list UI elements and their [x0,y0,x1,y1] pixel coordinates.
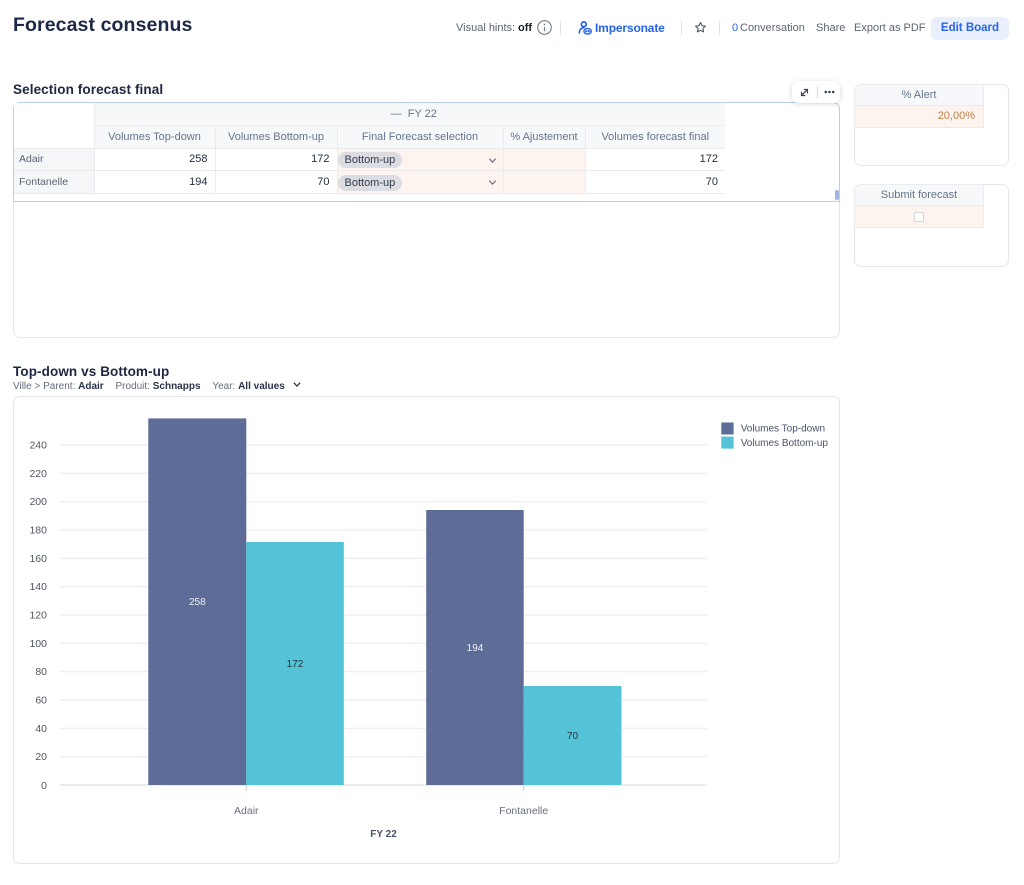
svg-text:Volumes Bottom-up: Volumes Bottom-up [741,438,829,449]
svg-text:80: 80 [35,666,47,678]
svg-text:0: 0 [41,780,47,792]
svg-text:70: 70 [567,731,579,742]
svg-text:Volumes Top-down: Volumes Top-down [741,424,825,435]
svg-text:240: 240 [29,440,47,452]
svg-text:100: 100 [29,638,47,650]
svg-text:180: 180 [29,525,47,537]
svg-text:140: 140 [29,581,47,593]
svg-text:40: 40 [35,723,47,735]
svg-text:Adair: Adair [234,805,259,817]
svg-text:172: 172 [287,659,304,670]
svg-text:Fontanelle: Fontanelle [499,805,548,817]
svg-text:20: 20 [35,751,47,763]
svg-text:200: 200 [29,496,47,508]
svg-text:FY 22: FY 22 [370,829,397,840]
svg-text:220: 220 [29,468,47,480]
svg-text:258: 258 [189,597,206,608]
svg-text:60: 60 [35,695,47,707]
svg-text:120: 120 [29,610,47,622]
svg-text:160: 160 [29,553,47,565]
svg-text:194: 194 [467,643,484,654]
